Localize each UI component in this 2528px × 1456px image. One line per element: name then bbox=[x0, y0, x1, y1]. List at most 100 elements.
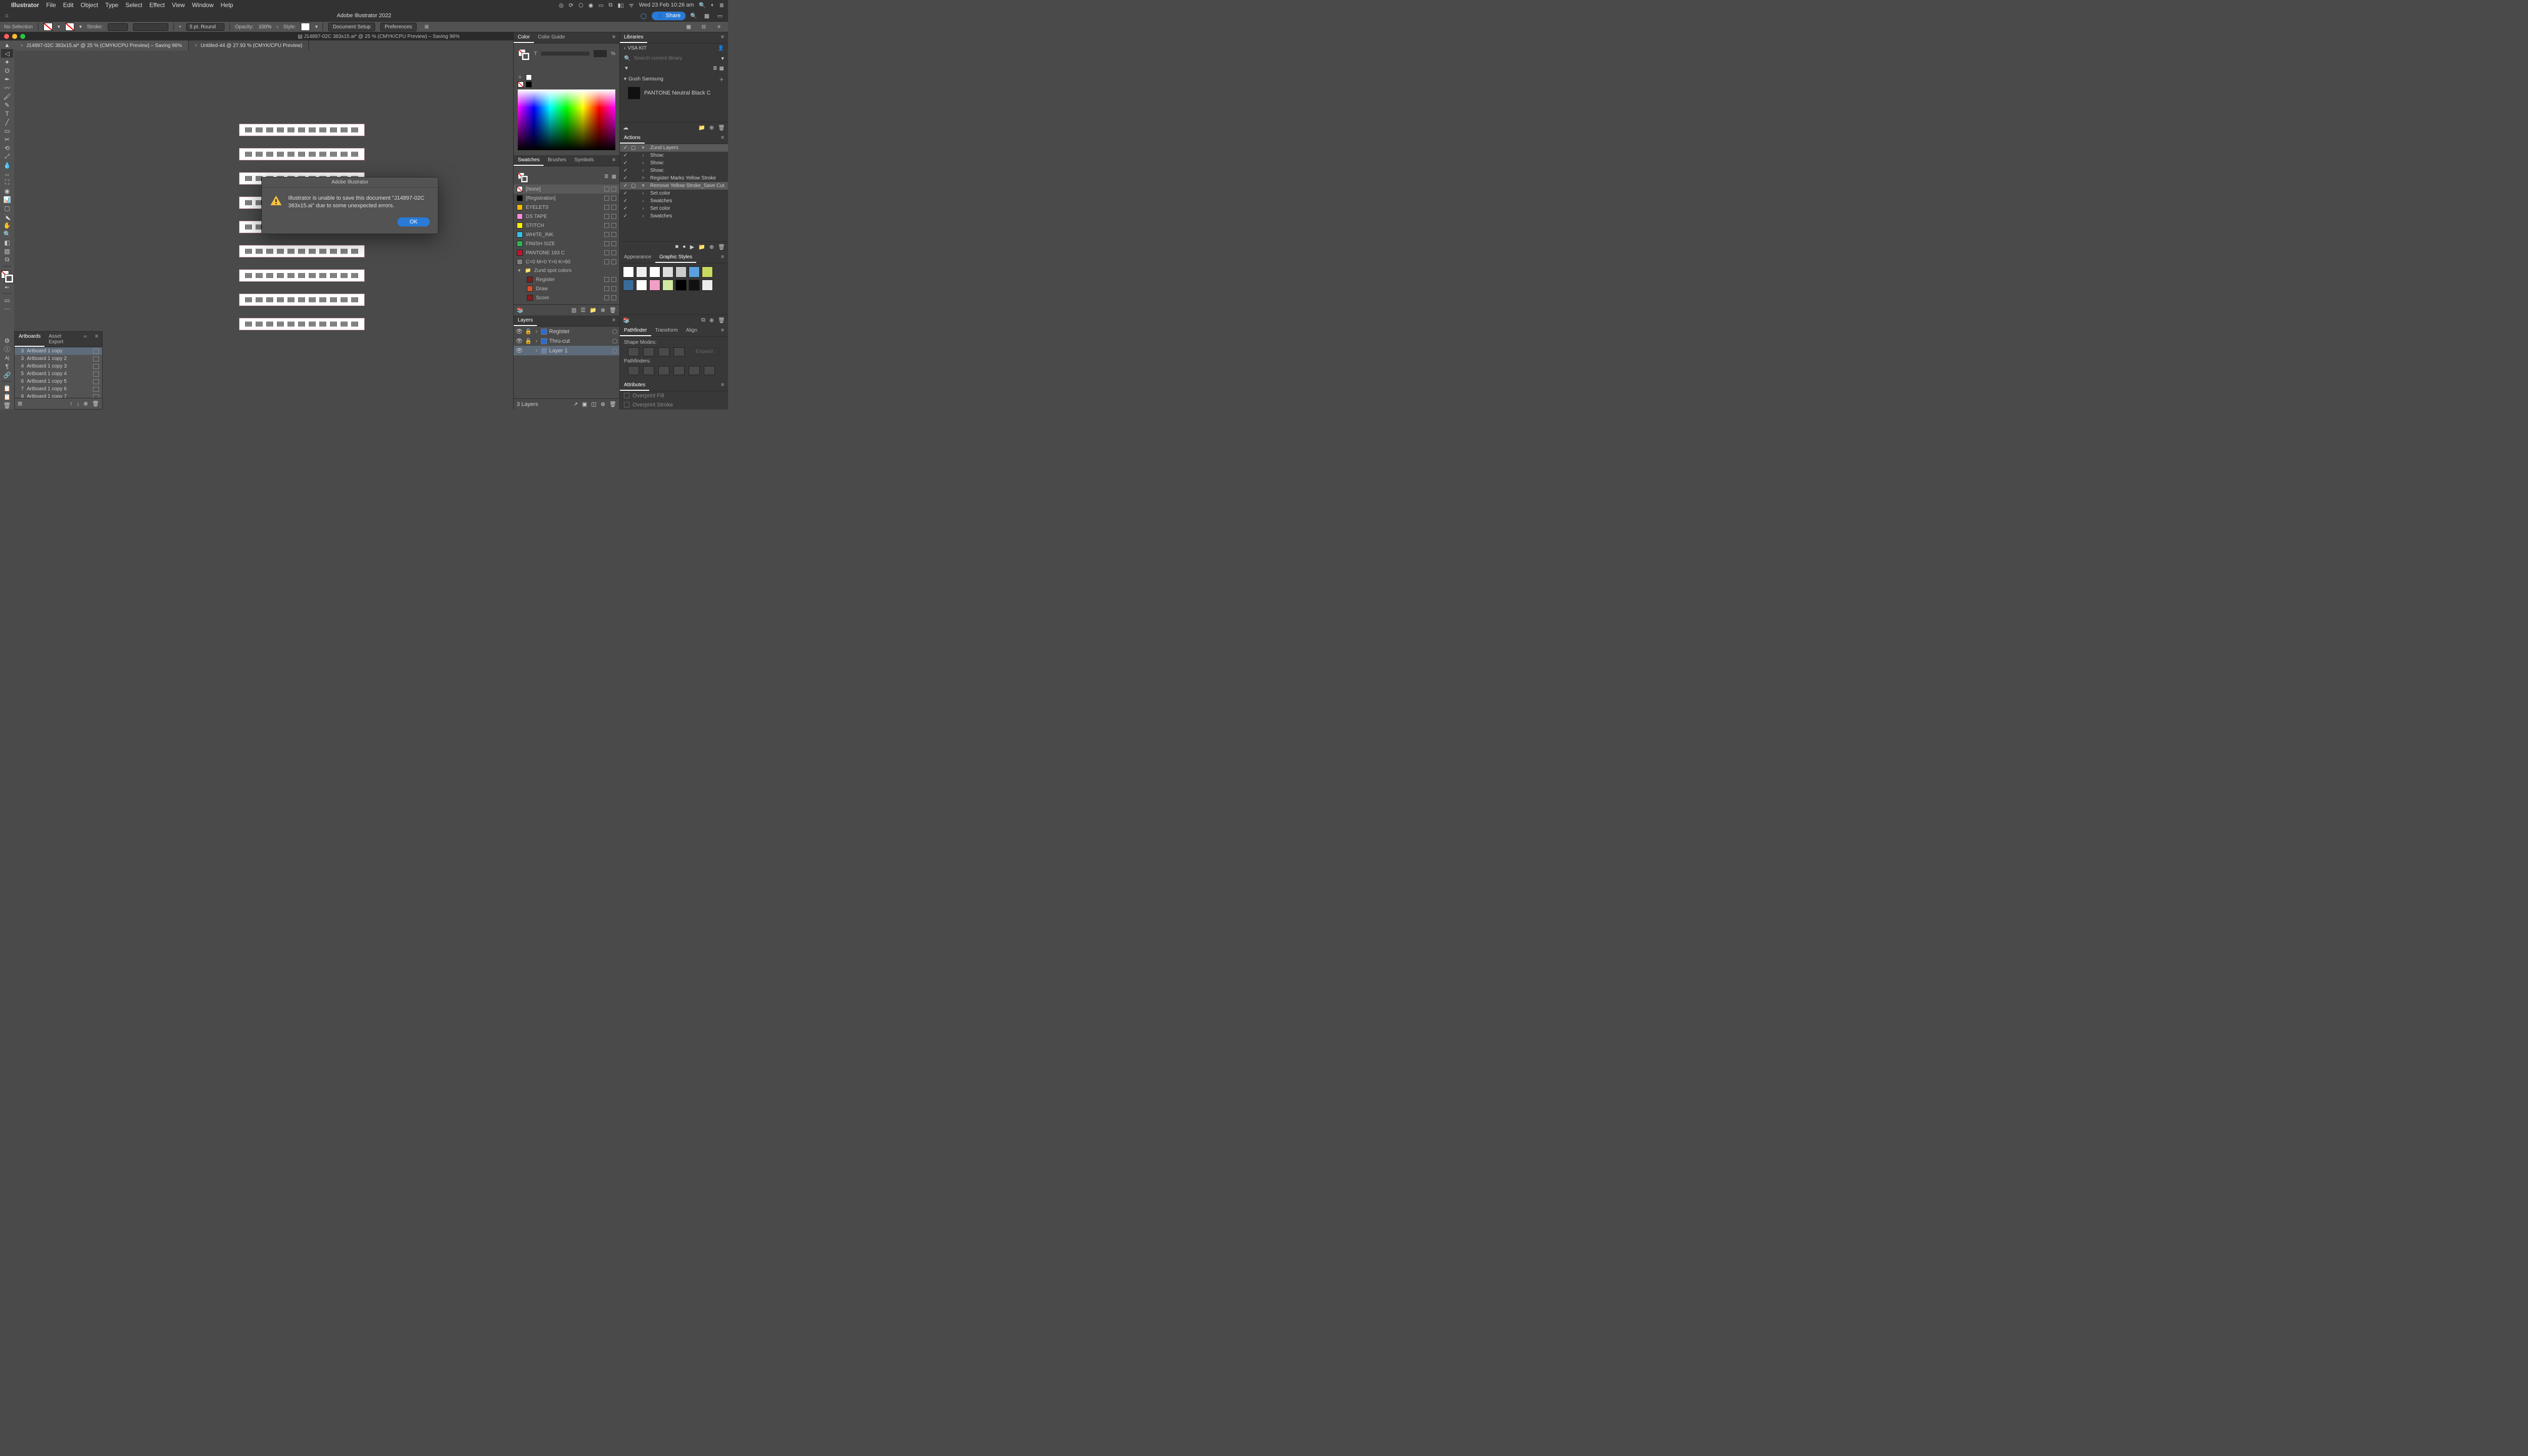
brush-dropdown[interactable]: 5 pt. Round bbox=[186, 23, 224, 31]
artboard-rearrange-icon[interactable]: ⊞ bbox=[18, 400, 22, 407]
menu-help[interactable]: Help bbox=[220, 2, 233, 9]
eraser-tool[interactable]: ◧ bbox=[1, 238, 13, 247]
fill-dropdown-icon[interactable]: ▾ bbox=[58, 24, 60, 30]
new-style-icon[interactable]: ⊕ bbox=[709, 317, 714, 324]
target-icon[interactable] bbox=[612, 348, 617, 353]
action-row[interactable]: ✓›Show: bbox=[620, 159, 728, 167]
delete-artboard-icon[interactable]: 🗑 bbox=[92, 400, 99, 407]
ai-text-icon[interactable]: A| bbox=[1, 353, 13, 362]
lib-add-group-icon[interactable]: 📁 bbox=[698, 124, 705, 131]
swatch-row[interactable]: C=0 M=0 Y=0 K=60 bbox=[514, 257, 619, 266]
target-icon[interactable] bbox=[612, 339, 617, 344]
new-action-icon[interactable]: ⊕ bbox=[709, 244, 714, 250]
panel-menu-icon[interactable]: ≡ bbox=[608, 315, 619, 326]
panel-menu-icon[interactable]: ≡ bbox=[717, 32, 728, 43]
expand-layer-icon[interactable]: › bbox=[534, 329, 539, 335]
tab-graphic-styles[interactable]: Graphic Styles bbox=[655, 252, 696, 263]
tab-align[interactable]: Align bbox=[682, 326, 701, 336]
artboard[interactable] bbox=[239, 294, 365, 306]
menu-effect[interactable]: Effect bbox=[149, 2, 164, 9]
search-icon[interactable]: 🔍 bbox=[689, 11, 699, 21]
clipboard-1-icon[interactable]: 📋 bbox=[1, 384, 13, 392]
action-row[interactable]: ✓›Show: bbox=[620, 167, 728, 174]
overprint-stroke-checkbox[interactable] bbox=[624, 402, 629, 407]
search-dropdown-icon[interactable]: ▾ bbox=[721, 55, 724, 62]
action-toggle[interactable]: ✓ bbox=[622, 183, 629, 189]
library-item[interactable]: PANTONE Neutral Black C bbox=[620, 85, 728, 101]
artboard[interactable] bbox=[239, 269, 365, 282]
color-spectrum[interactable] bbox=[518, 89, 615, 150]
doc-grid-icon[interactable]: ▦ bbox=[684, 22, 694, 32]
tab-actions[interactable]: Actions bbox=[620, 133, 645, 144]
tab-layers[interactable]: Layers bbox=[514, 315, 537, 326]
expand-layer-icon[interactable]: › bbox=[534, 348, 539, 354]
color-mode-row[interactable]: ▪▫ bbox=[1, 283, 13, 291]
list-view-icon[interactable]: ≣ bbox=[604, 174, 608, 179]
stroke-swatch[interactable] bbox=[65, 23, 74, 31]
menu-edit[interactable]: Edit bbox=[63, 2, 74, 9]
move-up-icon[interactable]: ↑ bbox=[70, 401, 73, 407]
status-screen-icon[interactable]: ⧉ bbox=[609, 2, 613, 9]
swatch-libraries-icon[interactable]: 📚 bbox=[517, 307, 524, 313]
action-row[interactable]: ✓›Swatches bbox=[620, 197, 728, 205]
graphic-style-swatch[interactable] bbox=[675, 280, 687, 291]
break-link-icon[interactable]: ⧉ bbox=[701, 317, 705, 324]
delete-swatch-icon[interactable]: 🗑 bbox=[609, 307, 616, 313]
preferences-button[interactable]: Preferences bbox=[380, 23, 417, 31]
new-layer-icon[interactable]: ⊕ bbox=[601, 401, 605, 407]
filter-icon[interactable]: ▼ bbox=[624, 66, 629, 71]
curvature-tool[interactable]: 〰 bbox=[1, 83, 13, 92]
locate-object-icon[interactable]: ↗ bbox=[573, 401, 578, 407]
paintbrush-tool[interactable]: 🖌 bbox=[1, 92, 13, 101]
lock-toggle[interactable]: 🔒 bbox=[525, 338, 532, 344]
swatch-kind-icon[interactable]: ▥ bbox=[571, 307, 576, 313]
panel-menu-icon[interactable]: ≡ bbox=[91, 332, 102, 347]
unite-button[interactable] bbox=[628, 347, 639, 356]
arrange-documents-icon[interactable]: ▦ bbox=[702, 11, 712, 21]
control-menu-icon[interactable]: ≡ bbox=[714, 22, 724, 32]
type-tool[interactable]: T bbox=[1, 109, 13, 118]
graphic-style-swatch[interactable] bbox=[649, 280, 660, 291]
graphic-style-swatch[interactable] bbox=[662, 266, 673, 278]
panel-menu-icon[interactable]: ≡ bbox=[717, 252, 728, 263]
swatch-row[interactable]: ▾📁Zund spot colors bbox=[514, 266, 619, 275]
artboard[interactable] bbox=[239, 124, 365, 136]
artboard-list-row[interactable]: 6Artboard 1 copy 5 bbox=[15, 378, 102, 385]
tab-swatches[interactable]: Swatches bbox=[514, 155, 544, 166]
expand-icon[interactable]: › bbox=[640, 213, 646, 219]
delete-style-icon[interactable]: 🗑 bbox=[718, 317, 725, 324]
expand-icon[interactable]: ▾ bbox=[640, 183, 646, 189]
tint-slider[interactable] bbox=[541, 52, 590, 56]
close-tab-icon[interactable]: × bbox=[20, 43, 23, 49]
status-spotlight-icon[interactable]: 🔍 bbox=[699, 2, 706, 9]
status-dropbox-icon[interactable]: ⬡ bbox=[578, 2, 583, 9]
prefs-gear-icon[interactable]: ⚙ bbox=[1, 336, 13, 345]
action-toggle[interactable]: ✓ bbox=[622, 168, 629, 173]
swatch-options-icon[interactable]: ☰ bbox=[580, 307, 585, 313]
record-icon[interactable]: ● bbox=[683, 244, 686, 250]
opacity-dropdown-icon[interactable]: › bbox=[277, 24, 278, 30]
home-icon[interactable]: ⌂ bbox=[5, 13, 9, 19]
make-clip-icon[interactable]: ▣ bbox=[582, 401, 587, 407]
menu-file[interactable]: File bbox=[46, 2, 56, 9]
overprint-fill-checkbox[interactable] bbox=[624, 393, 629, 398]
action-row[interactable]: ✓›Swatches bbox=[620, 212, 728, 220]
opacity-value[interactable]: 100% bbox=[258, 24, 272, 30]
status-cc-icon[interactable]: ◎ bbox=[559, 2, 564, 9]
new-artboard-icon[interactable]: ⊕ bbox=[83, 400, 88, 407]
action-row[interactable]: ✓▢▾Remove Yellow Stroke_Save Cut bbox=[620, 182, 728, 190]
status-display-icon[interactable]: ▭ bbox=[598, 2, 603, 9]
slice-tool[interactable]: 🔪 bbox=[1, 212, 13, 221]
action-toggle[interactable]: ✓ bbox=[622, 213, 629, 219]
play-icon[interactable]: ▶ bbox=[690, 244, 694, 250]
action-toggle[interactable]: ✓ bbox=[622, 160, 629, 166]
tab-transform[interactable]: Transform bbox=[651, 326, 682, 336]
width-tool[interactable]: ↔ bbox=[1, 169, 13, 178]
lock-toggle[interactable]: 🔒 bbox=[525, 328, 532, 335]
trim-button[interactable] bbox=[643, 366, 654, 375]
tab-symbols[interactable]: Symbols bbox=[570, 155, 598, 166]
panel-menu-icon[interactable]: ≡ bbox=[717, 380, 728, 391]
direct-selection-tool[interactable]: ◁ bbox=[1, 49, 13, 58]
stop-icon[interactable]: ■ bbox=[675, 244, 679, 250]
graphic-style-swatch[interactable] bbox=[689, 266, 700, 278]
